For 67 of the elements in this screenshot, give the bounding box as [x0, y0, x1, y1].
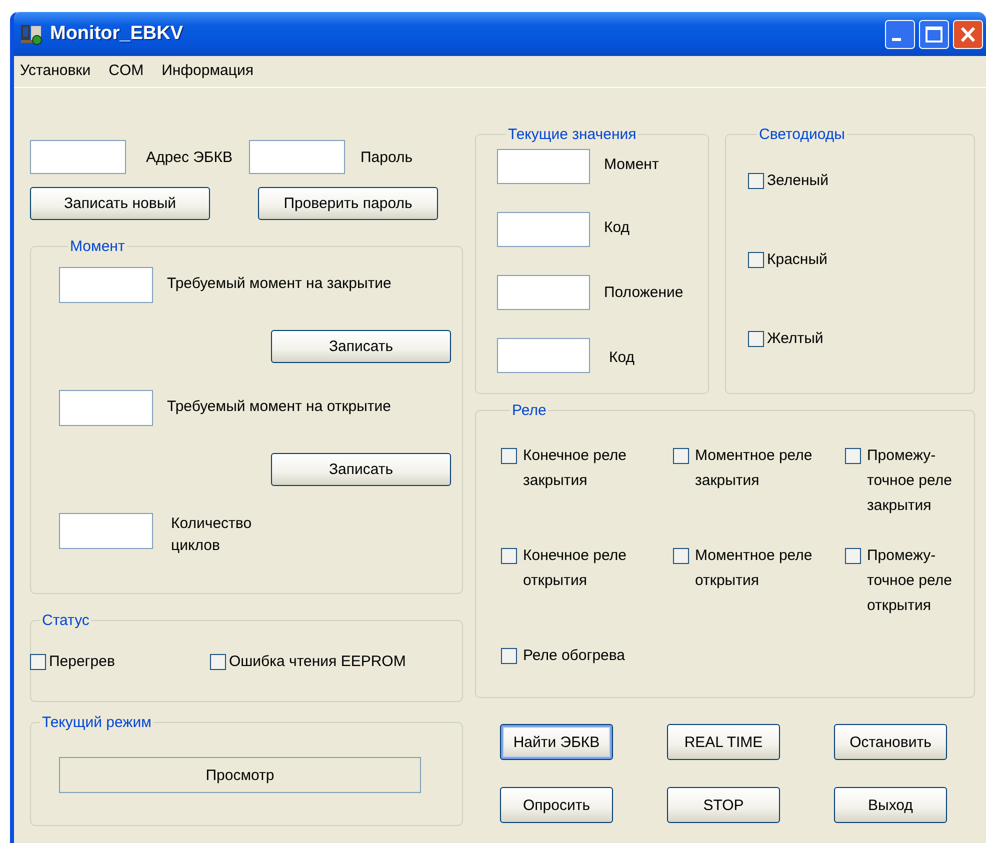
checkbox[interactable]: [30, 654, 46, 670]
checkbox[interactable]: [501, 648, 517, 664]
checkbox-label: Красный: [767, 250, 828, 270]
button[interactable]: Записать: [271, 330, 451, 363]
field-label: Код: [609, 349, 635, 366]
text-field[interactable]: [59, 267, 153, 303]
group-title: Реле: [511, 402, 548, 419]
group-title: Текущий режим: [41, 714, 152, 731]
checkbox[interactable]: [748, 173, 764, 189]
checkbox-label: Ошибка чтения EEPROM: [228, 652, 406, 672]
checkbox[interactable]: [673, 548, 689, 564]
button[interactable]: Записать новый: [30, 187, 210, 220]
field-label: Требуемый момент на закрытие: [167, 274, 392, 294]
text-field[interactable]: [59, 390, 153, 426]
checkbox-label: Моментное реле закрытия: [695, 446, 814, 491]
checkbox-label: Зеленый: [767, 171, 828, 191]
field-label: Количество циклов: [171, 514, 253, 556]
checkbox-label: Перегрев: [49, 652, 115, 672]
menu-item[interactable]: Установки: [20, 62, 91, 80]
checkbox-label: Промежу-точное реле открытия: [867, 546, 953, 616]
window-title: Monitor_EBKV: [50, 23, 183, 45]
group-title: Светодиоды: [758, 126, 846, 143]
group-title: Момент: [69, 238, 126, 255]
text-field[interactable]: [30, 140, 126, 174]
button[interactable]: Найти ЭБКВ: [500, 724, 613, 760]
text-field[interactable]: [497, 212, 590, 247]
checkbox-label: Желтый: [767, 329, 824, 349]
menu-item[interactable]: COM: [108, 62, 144, 80]
button[interactable]: Выход: [834, 787, 947, 823]
button[interactable]: Записать: [271, 453, 451, 486]
group-title: Статус: [41, 612, 90, 629]
checkbox[interactable]: [210, 654, 226, 670]
checkbox[interactable]: [845, 548, 861, 564]
checkbox[interactable]: [501, 448, 517, 464]
checkbox-label: Конечное реле открытия: [523, 546, 628, 591]
app-icon: [20, 23, 44, 45]
text-field[interactable]: [497, 149, 590, 184]
checkbox[interactable]: [673, 448, 689, 464]
checkbox-label: Реле обогрева: [523, 646, 626, 666]
field-label: Положение: [604, 284, 684, 301]
close-button[interactable]: [953, 20, 983, 48]
minimize-button[interactable]: [885, 20, 915, 48]
field-label: Адрес ЭБКВ: [146, 148, 234, 166]
checkbox-label: Промежу-точное реле закрытия: [867, 446, 953, 516]
group-title: Текущие значения: [507, 126, 638, 143]
mode-display: Просмотр: [59, 757, 421, 793]
text-field[interactable]: [497, 338, 590, 373]
checkbox-label: Моментное реле открытия: [695, 546, 814, 591]
menu-item[interactable]: Информация: [162, 62, 254, 80]
button[interactable]: STOP: [667, 787, 780, 823]
text-field[interactable]: [59, 513, 153, 549]
field-label: Момент: [604, 156, 659, 173]
button[interactable]: Проверить пароль: [258, 187, 438, 220]
field-label: Пароль: [360, 148, 414, 166]
checkbox[interactable]: [748, 331, 764, 347]
text-field[interactable]: [248, 140, 344, 174]
checkbox[interactable]: [748, 252, 764, 268]
button[interactable]: REAL TIME: [667, 724, 780, 760]
field-label: Код: [604, 219, 630, 236]
checkbox[interactable]: [845, 448, 861, 464]
checkbox-label: Конечное реле закрытия: [523, 446, 628, 491]
text-field[interactable]: [497, 275, 590, 310]
button[interactable]: Остановить: [834, 724, 947, 760]
field-label: Требуемый момент на открытие: [167, 397, 391, 417]
maximize-button[interactable]: [919, 20, 949, 48]
checkbox[interactable]: [501, 548, 517, 564]
button[interactable]: Опросить: [500, 787, 613, 823]
